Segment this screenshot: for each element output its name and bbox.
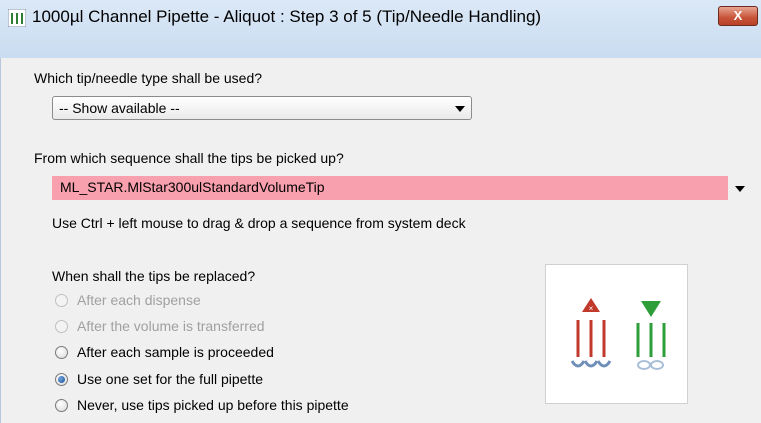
sequence-value: ML_STAR.MlStar300ulStandardVolumeTip — [60, 179, 325, 195]
radio-label: After the volume is transferred — [77, 318, 265, 334]
radio-button[interactable] — [55, 320, 68, 333]
tip-pickup-icon — [636, 301, 666, 370]
sequence-label: From which sequence shall the tips be pi… — [34, 150, 344, 166]
replace-label: When shall the tips be replaced? — [52, 268, 256, 284]
tip-eject-icon: × — [570, 298, 612, 368]
title-bar: 1000µl Channel Pipette - Aliquot : Step … — [0, 0, 761, 59]
radio-button[interactable] — [55, 373, 68, 386]
tip-handling-illustration: × — [545, 264, 688, 404]
sequence-hint: Use Ctrl + left mouse to drag & drop a s… — [52, 215, 466, 231]
window-title: 1000µl Channel Pipette - Aliquot : Step … — [32, 7, 542, 26]
close-button[interactable]: X — [718, 6, 758, 26]
radio-button[interactable] — [55, 294, 68, 307]
radio-label: After each dispense — [77, 292, 201, 308]
radio-label: After each sample is proceeded — [77, 344, 274, 360]
svg-text:×: × — [589, 304, 594, 313]
radio-selected-dot — [58, 376, 65, 383]
tip-type-selected: -- Show available -- — [59, 100, 180, 116]
radio-label: Use one set for the full pipette — [77, 371, 263, 387]
radio-button[interactable] — [55, 399, 68, 412]
tip-type-label: Which tip/needle type shall be used? — [34, 70, 263, 86]
radio-label: Never, use tips picked up before this pi… — [77, 397, 349, 413]
chevron-down-icon — [455, 106, 465, 112]
sequence-dropdown-arrow-icon[interactable] — [735, 186, 745, 192]
sequence-input[interactable]: ML_STAR.MlStar300ulStandardVolumeTip — [52, 176, 728, 200]
radio-button[interactable] — [55, 346, 68, 359]
tip-type-dropdown[interactable]: -- Show available -- — [52, 96, 472, 120]
close-icon: X — [733, 8, 743, 23]
app-icon — [8, 9, 26, 27]
